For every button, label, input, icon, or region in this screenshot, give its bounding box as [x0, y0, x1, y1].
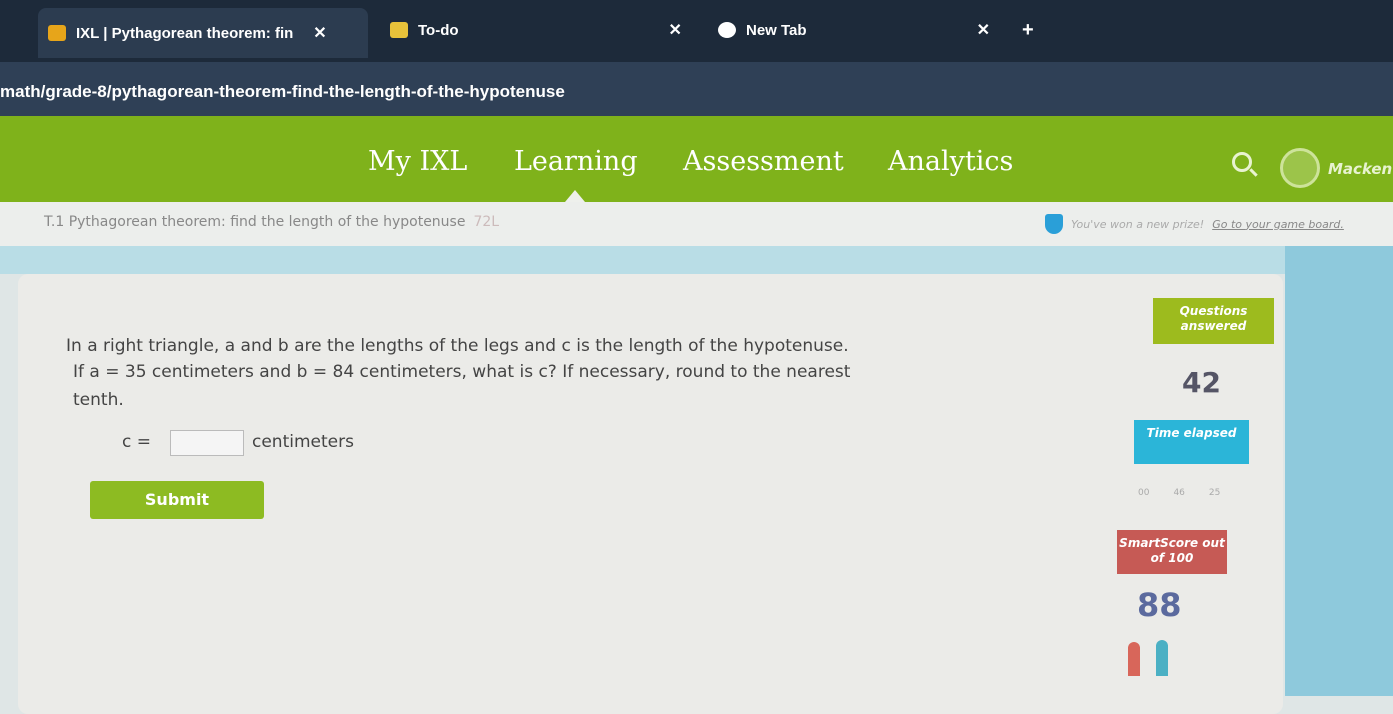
new-tab-button[interactable]: + — [1022, 12, 1034, 48]
tab-title: New Tab — [746, 21, 807, 39]
skill-code: 72L — [473, 214, 500, 230]
ixl-favicon-icon — [48, 25, 66, 41]
tab-title: To-do — [418, 21, 459, 39]
seconds: 25 — [1208, 488, 1221, 498]
question-text: tenth. — [73, 390, 124, 410]
todo-favicon-icon — [390, 22, 408, 38]
smartscore-value: 88 — [1137, 586, 1182, 624]
smartscore-label: SmartScore out of 100 — [1117, 530, 1227, 574]
tab-title: IXL | Pythagorean theorem: fin — [76, 24, 294, 42]
answer-label: c = — [122, 432, 151, 452]
avatar[interactable] — [1280, 148, 1320, 188]
nav-assessment[interactable]: Assessment — [683, 146, 844, 177]
breadcrumb: T.1 Pythagorean theorem: find the length… — [0, 202, 1393, 246]
address-bar[interactable]: math/grade-8/pythagorean-theorem-find-th… — [0, 62, 1393, 120]
answer-input[interactable] — [170, 430, 244, 456]
time-elapsed-value: 00 46 25 — [1138, 488, 1220, 498]
nav-analytics[interactable]: Analytics — [888, 146, 1013, 177]
tab-ixl[interactable]: IXL | Pythagorean theorem: fin ✕ — [38, 8, 368, 58]
skill-name: T.1 Pythagorean theorem: find the length… — [44, 214, 466, 230]
active-caret — [565, 190, 585, 202]
browser-tab-bar: IXL | Pythagorean theorem: fin ✕ To-do ✕ N… — [0, 0, 1393, 62]
award-ribbon-icon — [1156, 640, 1168, 676]
question-text: In a right triangle, a and b are the len… — [66, 336, 849, 356]
time-elapsed-label: Time elapsed — [1134, 420, 1249, 464]
unit-label: centimeters — [252, 432, 354, 452]
award-ribbon-icon — [1128, 642, 1140, 676]
search-icon[interactable] — [1232, 152, 1252, 172]
questions-answered-label: Questions answered — [1153, 298, 1274, 344]
username[interactable]: Macken — [1328, 160, 1392, 178]
questions-answered-value: 42 — [1182, 366, 1221, 399]
hours: 00 — [1138, 488, 1150, 498]
background-side — [1285, 246, 1393, 696]
nav-learning[interactable]: Learning — [514, 146, 638, 177]
trophy-icon — [1045, 214, 1063, 234]
url-text: math/grade-8/pythagorean-theorem-find-th… — [0, 82, 565, 101]
main-nav: My IXL Learning Assessment Analytics — [0, 116, 1393, 202]
background-band — [0, 246, 1393, 274]
question-text: If a = 35 centimeters and b = 84 centime… — [73, 362, 851, 382]
submit-button[interactable]: Submit — [90, 481, 264, 519]
nav-my-ixl[interactable]: My IXL — [368, 146, 467, 177]
game-board-link[interactable]: Go to your game board. — [1212, 218, 1344, 231]
minutes: 46 — [1173, 488, 1185, 498]
tab-todo[interactable]: To-do ✕ — [390, 12, 690, 48]
chrome-icon — [718, 22, 736, 38]
tab-new-tab[interactable]: New Tab ✕ — [718, 12, 1008, 48]
close-icon[interactable]: ✕ — [977, 20, 990, 40]
prize-text: You've won a new prize! — [1071, 217, 1205, 231]
close-icon[interactable]: ✕ — [313, 23, 326, 43]
close-icon[interactable]: ✕ — [669, 20, 682, 40]
